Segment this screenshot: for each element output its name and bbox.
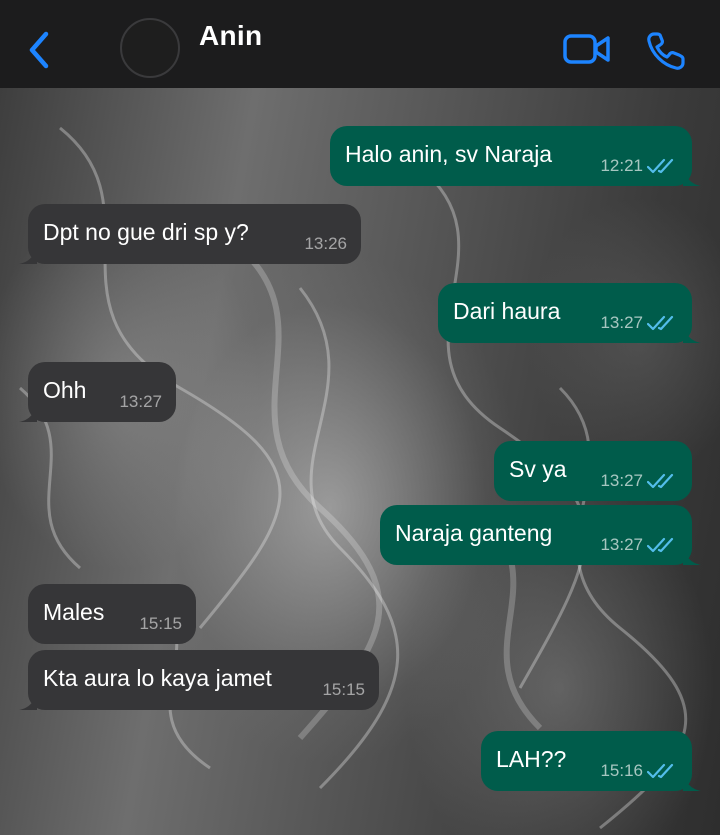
message-outgoing[interactable]: Sv ya 13:27 [494,441,692,501]
read-double-check-icon [647,537,674,553]
message-text: Dpt no gue dri sp y? [43,219,249,245]
chat-header: Anin [0,0,720,88]
message-text: Halo anin, sv Naraja [345,141,553,167]
message-time: 13:27 [600,471,643,490]
message-meta: 15:15 [322,680,365,700]
message-incoming[interactable]: Ohh 13:27 [19,362,176,422]
message-text: Ohh [43,377,87,403]
message-meta: 13:26 [304,234,347,254]
message-time: 15:15 [139,614,182,633]
read-double-check-icon [647,473,674,489]
bubble-tail [683,166,701,186]
voice-call-button[interactable] [645,30,687,72]
message-meta: 12:21 [600,156,678,176]
message-outgoing[interactable]: Naraja ganteng 13:27 [380,505,701,565]
message-incoming[interactable]: Kta aura lo kaya jamet 15:15 [19,650,379,710]
message-time: 15:16 [600,761,643,780]
chevron-left-icon [29,31,49,69]
video-call-button[interactable] [562,30,612,68]
bubble-tail [19,244,37,264]
message-outgoing[interactable]: Halo anin, sv Naraja 12:21 [330,126,701,186]
message-meta: 13:27 [600,535,678,555]
read-double-check-icon [647,315,674,331]
phone-icon [647,32,685,70]
message-time: 12:21 [600,156,643,175]
message-time: 13:27 [600,313,643,332]
message-outgoing[interactable]: Dari haura 13:27 [438,283,701,343]
message-meta: 13:27 [600,471,678,491]
message-meta: 15:16 [600,761,678,781]
contact-avatar[interactable] [120,18,180,78]
message-text: Males [43,599,105,625]
message-meta: 15:15 [139,614,182,634]
contact-name[interactable]: Anin [199,20,262,52]
message-incoming[interactable]: Males 15:15 [28,584,196,644]
message-time: 13:27 [119,392,162,411]
message-time: 13:26 [304,234,347,253]
message-text: LAH?? [496,746,567,772]
message-meta: 13:27 [600,313,678,333]
message-text: Sv ya [509,456,567,482]
bubble-tail [683,771,701,791]
bubble-tail [19,402,37,422]
read-double-check-icon [647,158,674,174]
back-button[interactable] [22,30,56,70]
message-text: Naraja ganteng [395,520,553,546]
bubble-tail [19,690,37,710]
message-time: 13:27 [600,535,643,554]
message-meta: 13:27 [119,392,162,412]
message-incoming[interactable]: Dpt no gue dri sp y? 13:26 [19,204,361,264]
message-text: Dari haura [453,298,561,324]
bubble-tail [683,323,701,343]
message-outgoing[interactable]: LAH?? 15:16 [481,731,701,791]
read-double-check-icon [647,763,674,779]
message-time: 15:15 [322,680,365,699]
message-text: Kta aura lo kaya jamet [43,665,272,691]
bubble-tail [683,545,701,565]
video-camera-icon [563,34,610,64]
